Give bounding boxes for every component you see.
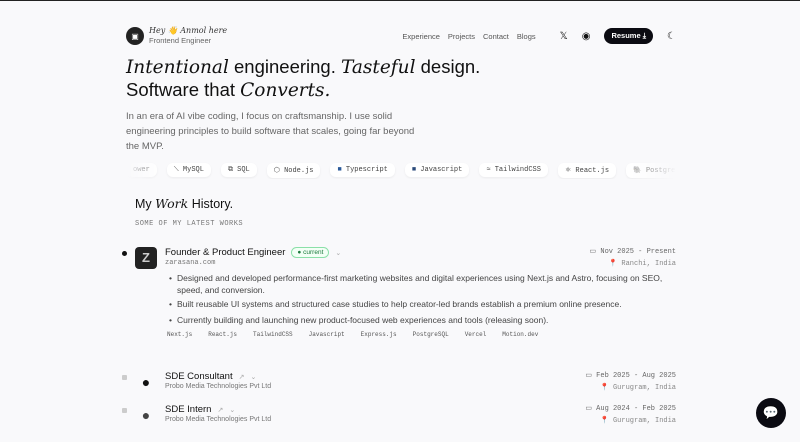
hero-word: engineering. bbox=[228, 56, 341, 77]
nav-experience[interactable]: Experience bbox=[402, 32, 440, 41]
pin-icon: 📍 bbox=[608, 260, 618, 268]
x-icon[interactable]: 𝕏 bbox=[560, 31, 568, 42]
tech-chip: ≈ TailwindCSS bbox=[479, 163, 548, 177]
external-link-icon[interactable]: ↗ bbox=[217, 406, 223, 414]
tech-marquee: ower ⟍ MySQL ⧉ SQL ⬡ Node.js ■ Typescrip… bbox=[126, 161, 676, 179]
react-icon: ⚛ bbox=[564, 166, 576, 175]
tech-chip: 🐘 PostgreSQL bbox=[626, 162, 676, 178]
pin-icon: 📍 bbox=[600, 384, 609, 392]
company-name: Probo Media Technologies Pvt Ltd bbox=[165, 416, 272, 423]
tech-chip: ⟍ MySQL bbox=[166, 163, 211, 177]
github-icon[interactable]: ◉ bbox=[582, 31, 591, 42]
job-title: Founder & Product Engineer ● current ⌄ bbox=[165, 247, 342, 258]
header: ▣ Hey 👋 Anmol here Frontend Engineer Exp… bbox=[126, 25, 676, 47]
job-bullet: Built reusable UI systems and structured… bbox=[169, 298, 669, 310]
hero-word: Converts. bbox=[240, 80, 331, 101]
tech-chip: ■ Typescript bbox=[330, 163, 395, 177]
chat-button[interactable]: 💬 bbox=[756, 398, 786, 428]
work-heading: My Work History. bbox=[135, 196, 234, 211]
job-title: SDE Consultant ↗ ⌄ bbox=[165, 371, 257, 382]
hero-word: Tasteful bbox=[341, 57, 416, 78]
company-logo: ● bbox=[141, 407, 151, 423]
tech-chip: ⚛ React.js bbox=[557, 162, 617, 178]
role: Frontend Engineer bbox=[149, 36, 212, 45]
job-bullet: Currently building and launching new pro… bbox=[169, 314, 669, 326]
company-link[interactable]: zarasana.com bbox=[165, 259, 215, 267]
brand: Hey 👋 Anmol here Frontend Engineer bbox=[149, 26, 227, 46]
hero-paragraph: In an era of AI vibe coding, I focus on … bbox=[126, 111, 415, 152]
calendar-icon: ▭ bbox=[589, 248, 601, 256]
job-bullet: Designed and developed performance-first… bbox=[169, 272, 669, 296]
hero-title: Intentional engineering. Tasteful design… bbox=[126, 56, 480, 102]
chat-icon: 💬 bbox=[762, 405, 780, 420]
timeline-dot bbox=[122, 408, 127, 413]
greeting: Hey 👋 Anmol here bbox=[149, 26, 228, 35]
avatar[interactable]: ▣ bbox=[126, 27, 144, 45]
hero-word: design. bbox=[415, 56, 481, 77]
timeline-dot bbox=[122, 375, 127, 380]
company-logo: ● bbox=[141, 374, 151, 390]
nav-blogs[interactable]: Blogs bbox=[517, 32, 536, 41]
mysql-icon: ⟍ bbox=[173, 166, 183, 174]
hero-word: Intentional bbox=[126, 57, 229, 78]
external-link-icon[interactable]: ↗ bbox=[239, 373, 245, 381]
nav: Experience Projects Contact Blogs bbox=[402, 32, 535, 41]
work-subtitle: SOME OF MY LATEST WORKS bbox=[135, 220, 244, 228]
job-tags: Next.js React.js TailwindCSS Javascript Expr… bbox=[167, 331, 539, 338]
tech-chip: ⧉ SQL bbox=[220, 163, 257, 177]
resume-button[interactable]: Resume ⤓ bbox=[604, 28, 654, 44]
job-date: ▭ Nov 2025 - Present 📍 Ranchi, India bbox=[589, 248, 676, 268]
timeline-dot bbox=[122, 251, 127, 256]
job-title: SDE Intern ↗ ⌄ bbox=[165, 404, 236, 415]
nav-projects[interactable]: Projects bbox=[448, 32, 475, 41]
nav-contact[interactable]: Contact bbox=[483, 32, 509, 41]
company-logo: Z bbox=[135, 247, 157, 269]
tech-chip: ⬡ Node.js bbox=[266, 162, 321, 178]
theme-toggle-icon[interactable]: ☾ bbox=[667, 31, 676, 42]
job-date: ▭ Feb 2025 - Aug 2025 📍 Gurugram, India bbox=[585, 372, 676, 392]
chevron-down-icon[interactable]: ⌄ bbox=[335, 249, 341, 257]
pin-icon: 📍 bbox=[600, 417, 609, 425]
postgres-icon: 🐘 bbox=[633, 166, 646, 175]
hero-word: Software that bbox=[126, 79, 241, 100]
chevron-down-icon[interactable]: ⌄ bbox=[229, 406, 235, 414]
bottom-fade bbox=[0, 429, 800, 442]
status-badge: ● current bbox=[291, 247, 330, 258]
company-name: Probo Media Technologies Pvt Ltd bbox=[165, 383, 272, 390]
tailwind-icon: ≈ bbox=[486, 166, 495, 174]
typescript-icon: ■ bbox=[337, 166, 346, 174]
chevron-down-icon[interactable]: ⌄ bbox=[250, 373, 256, 381]
sql-icon: ⧉ bbox=[227, 166, 238, 174]
tech-chip: ower bbox=[126, 163, 157, 177]
nodejs-icon: ⬡ bbox=[273, 166, 285, 175]
job-date: ▭ Aug 2024 - Feb 2025 📍 Gurugram, India bbox=[585, 405, 676, 425]
tech-chip: ■ Javascript bbox=[404, 163, 470, 177]
